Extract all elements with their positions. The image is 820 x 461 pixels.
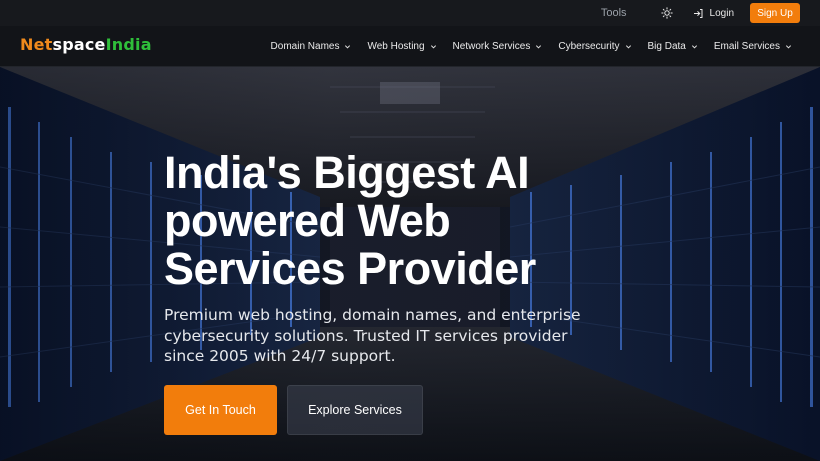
login-link[interactable]: Login xyxy=(693,8,734,19)
nav-item-label: Domain Names xyxy=(270,41,340,52)
explore-services-button[interactable]: Explore Services xyxy=(287,385,423,435)
hero-section: India's Biggest AI powered Web Services … xyxy=(0,67,820,461)
hero-subtitle: Premium web hosting, domain names, and e… xyxy=(164,306,581,365)
logo-text-net: Net xyxy=(20,35,53,54)
nav-item-label: Network Services xyxy=(452,41,531,52)
logo-text-space: space xyxy=(52,35,106,54)
hero-headline: India's Biggest AI powered Web Services … xyxy=(164,147,536,294)
chevron-down-icon xyxy=(345,45,351,49)
nav-item-big-data[interactable]: Big Data xyxy=(648,41,698,52)
chevron-down-icon xyxy=(691,45,697,49)
chevron-down-icon xyxy=(536,45,542,49)
top-utility-bar: Tools Login Sign Up xyxy=(0,0,820,26)
chevron-down-icon xyxy=(430,45,436,49)
nav-item-cybersecurity[interactable]: Cybersecurity xyxy=(558,41,631,52)
login-arrow-icon xyxy=(693,8,703,18)
main-navbar: NetspaceIndia Domain Names Web Hosting N… xyxy=(0,26,820,67)
nav-item-label: Cybersecurity xyxy=(558,41,620,52)
theme-toggle-button[interactable] xyxy=(659,5,675,21)
chevron-down-icon xyxy=(785,45,792,49)
nav-item-label: Web Hosting xyxy=(367,41,425,52)
nav-item-network-services[interactable]: Network Services xyxy=(453,41,543,52)
sun-icon xyxy=(660,7,673,19)
brand-logo[interactable]: NetspaceIndia xyxy=(20,35,152,54)
nav-item-domain-names[interactable]: Domain Names xyxy=(271,41,352,52)
nav-item-email-services[interactable]: Email Services xyxy=(714,41,792,52)
get-in-touch-button[interactable]: Get In Touch xyxy=(164,385,277,435)
login-label: Login xyxy=(709,7,734,19)
chevron-down-icon xyxy=(625,45,631,49)
primary-nav: Domain Names Web Hosting Network Service… xyxy=(255,26,792,67)
tools-link[interactable]: Tools xyxy=(601,7,627,19)
nav-item-label: Big Data xyxy=(647,41,686,52)
logo-text-india: India xyxy=(105,35,152,54)
nav-item-label: Email Services xyxy=(713,41,780,52)
nav-item-web-hosting[interactable]: Web Hosting xyxy=(367,41,436,52)
signup-button[interactable]: Sign Up xyxy=(750,3,800,23)
